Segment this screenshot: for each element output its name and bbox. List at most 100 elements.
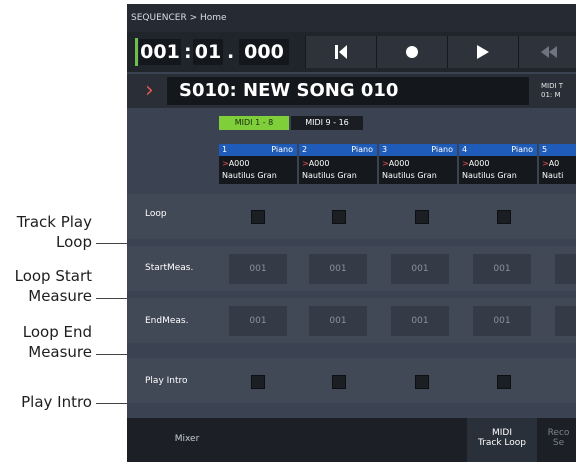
program-number: A000 <box>228 159 250 168</box>
start-meas-field-track-1[interactable]: 001 <box>229 254 287 284</box>
midi-track-label: MIDI T <box>541 82 564 90</box>
tab-midi-9-16[interactable]: MIDI 9 - 16 <box>291 116 363 130</box>
callout-line1: Track Play <box>16 213 92 231</box>
end-meas-field-track-5[interactable] <box>555 306 576 336</box>
tab-label-line1: Reco <box>547 428 570 438</box>
row-label-start-meas: StartMeas. <box>145 263 194 273</box>
tab-label-line2: Se <box>552 438 565 448</box>
position-separator: : <box>184 41 192 63</box>
arrow-icon: > <box>462 159 469 168</box>
play-intro-checkbox-track-1[interactable] <box>251 375 265 389</box>
callout-play-intro: Play Intro <box>21 392 92 412</box>
track-header: 4 Piano <box>459 144 537 156</box>
track-number: 5 <box>542 145 548 154</box>
loop-checkbox-track-1[interactable] <box>251 210 265 224</box>
track-column-1[interactable]: 1 Piano >A000 Nautilus Gran <box>219 144 297 184</box>
tab-label-line2: Track Loop <box>478 438 526 448</box>
end-meas-field-track-4[interactable]: 001 <box>473 306 531 336</box>
play-button[interactable] <box>447 36 518 68</box>
track-column-5[interactable]: 5 >A0 Nauti <box>539 144 576 184</box>
position-separator: . <box>227 41 235 63</box>
callout-line2: Loop <box>56 233 92 251</box>
callout-line2: Measure <box>28 343 92 361</box>
breadcrumb: SEQUENCER > Home <box>127 4 576 32</box>
track-column-3[interactable]: 3 Piano >A000 Nautilus Gran <box>379 144 457 184</box>
rewind-icon <box>541 46 557 58</box>
track-instrument: Piano <box>431 145 453 154</box>
row-label-loop: Loop <box>145 209 167 219</box>
track-header: 5 <box>539 144 576 156</box>
program-number: A000 <box>468 159 490 168</box>
track-program: >A0 Nauti <box>539 156 576 184</box>
record-icon <box>406 46 418 58</box>
track-instrument: Piano <box>351 145 373 154</box>
program-name: Nautilus Gran <box>382 171 437 180</box>
track-program: >A000 Nautilus Gran <box>299 156 377 184</box>
callout-line1: Loop Start <box>14 267 92 285</box>
track-instrument: Piano <box>511 145 533 154</box>
track-number: 3 <box>382 145 388 154</box>
end-meas-field-track-3[interactable]: 001 <box>391 306 449 336</box>
record-button[interactable] <box>376 36 447 68</box>
play-intro-checkbox-track-2[interactable] <box>332 375 346 389</box>
track-column-4[interactable]: 4 Piano >A000 Nautilus Gran <box>459 144 537 184</box>
track-number: 2 <box>302 145 308 154</box>
start-meas-field-track-2[interactable]: 001 <box>309 254 367 284</box>
tab-record-setup[interactable]: Reco Se <box>541 418 576 462</box>
program-name: Nautilus Gran <box>222 171 277 180</box>
position-measure[interactable]: 001 <box>139 39 181 65</box>
arrow-icon: > <box>542 159 549 168</box>
rewind-button[interactable] <box>518 36 576 68</box>
arrow-icon: > <box>222 159 229 168</box>
loop-checkbox-track-3[interactable] <box>415 210 429 224</box>
end-meas-field-track-1[interactable]: 001 <box>229 306 287 336</box>
end-meas-field-track-2[interactable]: 001 <box>309 306 367 336</box>
transport-bar: 001 : 01 . 000 <box>127 32 576 72</box>
play-intro-checkbox-track-4[interactable] <box>497 375 511 389</box>
track-number: 1 <box>222 145 228 154</box>
track-program: >A000 Nautilus Gran <box>219 156 297 184</box>
program-number: A0 <box>548 159 560 168</box>
tab-midi-1-8[interactable]: MIDI 1 - 8 <box>219 116 289 130</box>
chevron-right-icon[interactable]: › <box>145 76 154 106</box>
tab-label-line1: MIDI <box>491 428 512 438</box>
play-intro-checkbox-track-3[interactable] <box>415 375 429 389</box>
tab-midi-track-loop[interactable]: MIDI Track Loop <box>467 418 537 462</box>
song-bar: › S010: NEW SONG 010 MIDI T 01: M <box>127 74 576 108</box>
callout-line1: Play Intro <box>21 393 92 411</box>
program-name: Nauti <box>542 171 564 180</box>
track-number: 4 <box>462 145 468 154</box>
position-tick[interactable]: 000 <box>239 39 289 65</box>
midi-track-value: 01: M <box>541 91 561 99</box>
arrow-icon: > <box>382 159 389 168</box>
program-name: Nautilus Gran <box>462 171 517 180</box>
program-number: A000 <box>308 159 330 168</box>
program-name: Nautilus Gran <box>302 171 357 180</box>
midi-track-select[interactable]: MIDI T 01: M <box>541 76 576 106</box>
tab-mixer-label: Mixer <box>174 434 200 444</box>
position-indicator <box>135 38 138 66</box>
row-label-end-meas: EndMeas. <box>145 316 189 326</box>
program-number: A000 <box>388 159 410 168</box>
tab-mixer[interactable]: Mixer <box>135 418 239 462</box>
sequencer-screen: SEQUENCER > Home 001 : 01 . 000 › S010: … <box>127 4 576 462</box>
track-header: 2 Piano <box>299 144 377 156</box>
bottom-tab-bar: Mixer MIDI Track Loop Reco Se <box>127 418 576 462</box>
skip-to-start-icon <box>335 45 347 59</box>
position-beat[interactable]: 01 <box>193 39 223 65</box>
play-icon <box>477 45 489 59</box>
loop-checkbox-track-2[interactable] <box>332 210 346 224</box>
start-meas-field-track-5[interactable] <box>555 254 576 284</box>
track-column-2[interactable]: 2 Piano >A000 Nautilus Gran <box>299 144 377 184</box>
track-header: 3 Piano <box>379 144 457 156</box>
callout-line1: Loop End <box>22 323 92 341</box>
start-meas-field-track-3[interactable]: 001 <box>391 254 449 284</box>
song-select[interactable]: S010: NEW SONG 010 <box>167 77 529 105</box>
start-meas-field-track-4[interactable]: 001 <box>473 254 531 284</box>
locate-start-button[interactable] <box>305 36 376 68</box>
callout-line2: Measure <box>28 287 92 305</box>
loop-checkbox-track-4[interactable] <box>497 210 511 224</box>
track-header: 1 Piano <box>219 144 297 156</box>
callout-loop-end-measure: Loop End Measure <box>23 322 92 362</box>
arrow-icon: > <box>302 159 309 168</box>
